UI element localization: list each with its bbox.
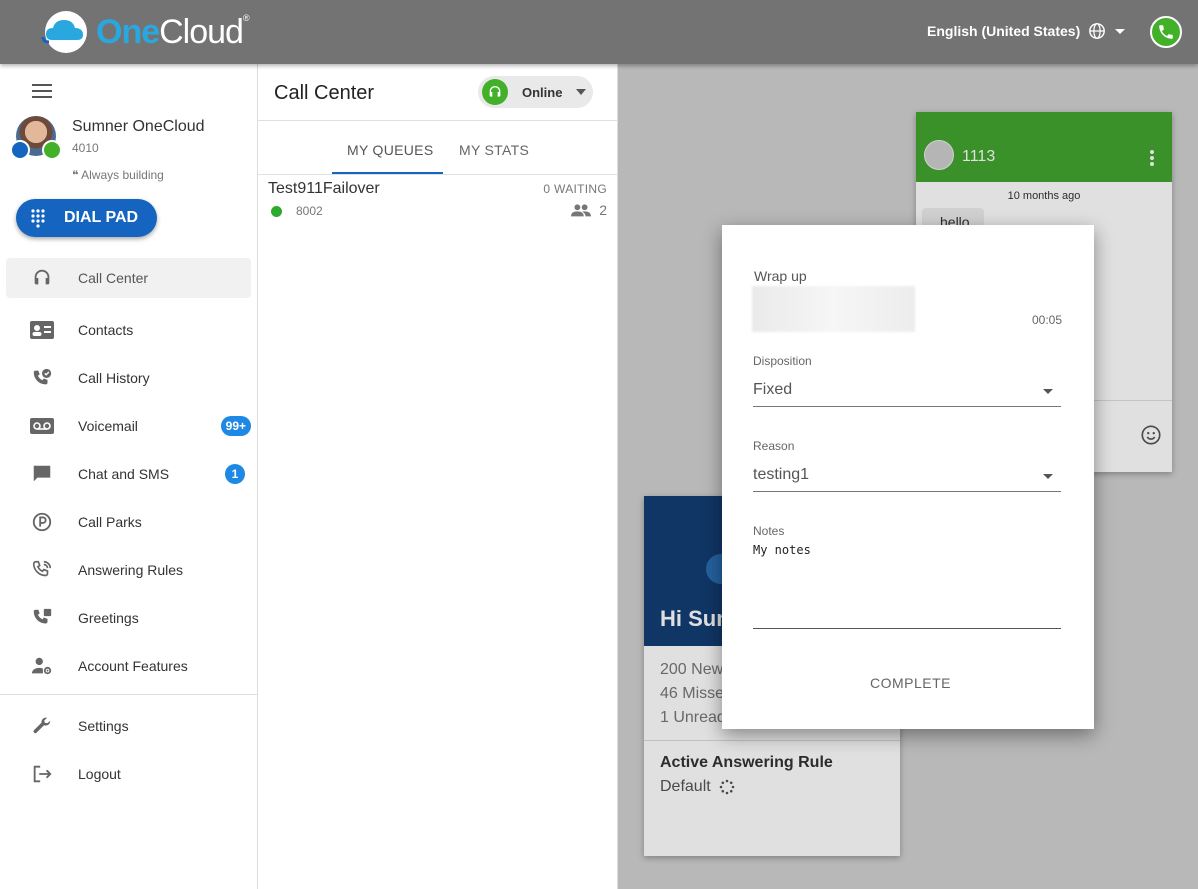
call-history-icon [30, 366, 54, 390]
queue-extension: 8002 [296, 204, 323, 218]
answering-rules-icon [30, 558, 54, 582]
reason-label: Reason [753, 439, 795, 453]
globe-icon [1089, 23, 1106, 39]
sidebar-item-contacts[interactable]: Contacts [6, 306, 251, 354]
dialpad-icon [31, 209, 45, 228]
disposition-label: Disposition [753, 354, 812, 368]
secondary-nav: Settings Logout [6, 702, 251, 798]
phone-icon [1159, 25, 1173, 39]
chevron-down-icon [1115, 29, 1126, 34]
queue-waiting-count: 0 WAITING [543, 182, 607, 196]
sidebar-item-account-features[interactable]: Account Features [6, 642, 251, 690]
user-status-message[interactable]: ❝ Always building [72, 168, 164, 182]
divider [258, 174, 618, 175]
hamburger-icon [32, 84, 52, 98]
queue-agents: 2 [571, 202, 607, 218]
logout-icon [30, 762, 54, 786]
user-status-text: Always building [81, 168, 164, 182]
contact-card-icon [30, 318, 54, 342]
agent-status-dropdown[interactable]: Online [478, 76, 593, 108]
page-title: Call Center [274, 82, 375, 104]
sidebar-item-label: Voicemail [78, 418, 138, 434]
sidebar-item-label: Logout [78, 766, 121, 782]
voicemail-count-badge: 99+ [220, 416, 251, 436]
main-nav: Call Center Contacts Call History Voicem… [6, 258, 251, 690]
tab-my-stats[interactable]: MY STATS [459, 142, 529, 158]
sidebar-item-greetings[interactable]: Greetings [6, 594, 251, 642]
menu-button[interactable] [32, 84, 52, 103]
language-label: English (United States) [927, 23, 1081, 39]
wrench-icon [30, 714, 54, 738]
account-features-icon [30, 654, 54, 678]
sidebar-item-label: Greetings [78, 610, 139, 626]
notes-label: Notes [753, 524, 785, 538]
people-icon [571, 204, 592, 217]
tab-my-queues[interactable]: MY QUEUES [347, 142, 433, 158]
phone-status-button[interactable] [1150, 16, 1182, 48]
call-center-panel: Call Center Online MY QUEUES MY STATS Te… [258, 64, 618, 889]
disposition-value: Fixed [753, 381, 793, 398]
chat-count-badge: 1 [225, 464, 245, 484]
sidebar-item-settings[interactable]: Settings [6, 702, 251, 750]
top-bar: OneCloud® English (United States) [0, 0, 1198, 64]
reason-value: testing1 [753, 466, 810, 483]
sidebar-item-label: Call Parks [78, 514, 142, 530]
dial-pad-button[interactable]: DIAL PAD [16, 199, 157, 237]
wrap-up-dialog: Wrap up 00:05 Disposition Fixed Reason t… [722, 225, 1094, 729]
sidebar-item-chat-and-sms[interactable]: Chat and SMS 1 [6, 450, 251, 498]
sidebar-item-label: Call History [78, 370, 150, 386]
sidebar-item-logout[interactable]: Logout [6, 750, 251, 798]
reason-select[interactable]: testing1 [753, 460, 1061, 492]
sidebar-item-label: Answering Rules [78, 562, 184, 578]
chevron-down-icon [576, 89, 587, 95]
logo-text: OneCloud® [96, 12, 250, 51]
sidebar: Sumner OneCloud 4010 ❝ Always building D… [0, 64, 258, 889]
cloud-logo-icon [41, 11, 87, 53]
sidebar-item-label: Account Features [78, 658, 188, 674]
dropdown-arrow-icon [1043, 389, 1053, 394]
quote-icon: ❝ [72, 168, 79, 182]
sidebar-item-label: Contacts [78, 322, 134, 338]
headset-status-icon [482, 79, 508, 105]
sidebar-item-label: Settings [78, 718, 129, 734]
caller-info-redacted [752, 286, 915, 332]
sidebar-item-voicemail[interactable]: Voicemail 99+ [6, 402, 251, 450]
chat-presence-icon [10, 140, 30, 160]
chat-icon [30, 462, 54, 486]
sidebar-item-label: Chat and SMS [78, 466, 170, 482]
language-selector[interactable]: English (United States) [927, 22, 1126, 40]
sidebar-divider [0, 694, 258, 695]
agent-status-label: Online [522, 84, 563, 100]
sidebar-item-call-center[interactable]: Call Center [6, 258, 251, 298]
complete-button[interactable]: COMPLETE [858, 671, 963, 695]
headset-icon [30, 266, 54, 290]
wrap-up-timer: 00:05 [1031, 313, 1062, 327]
user-name: Sumner OneCloud [72, 118, 205, 135]
phone-presence-icon [42, 140, 62, 160]
queue-agent-count: 2 [599, 202, 607, 218]
sidebar-item-answering-rules[interactable]: Answering Rules [6, 546, 251, 594]
greetings-icon [30, 606, 54, 630]
onecloud-logo[interactable]: OneCloud® [40, 8, 250, 56]
queue-status-dot [271, 206, 282, 217]
dropdown-arrow-icon [1043, 474, 1053, 479]
divider [258, 120, 618, 121]
disposition-select[interactable]: Fixed [753, 375, 1061, 407]
notes-textarea[interactable]: My notes [753, 543, 1061, 629]
parking-icon [30, 510, 54, 534]
sidebar-item-call-history[interactable]: Call History [6, 354, 251, 402]
sidebar-item-label: Call Center [78, 270, 149, 286]
voicemail-icon [30, 414, 54, 438]
dial-pad-label: DIAL PAD [64, 209, 139, 226]
dialog-title: Wrap up [754, 268, 807, 284]
sidebar-item-call-parks[interactable]: Call Parks [6, 498, 251, 546]
user-extension: 4010 [72, 141, 99, 155]
queue-name: Test911Failover [268, 180, 380, 197]
